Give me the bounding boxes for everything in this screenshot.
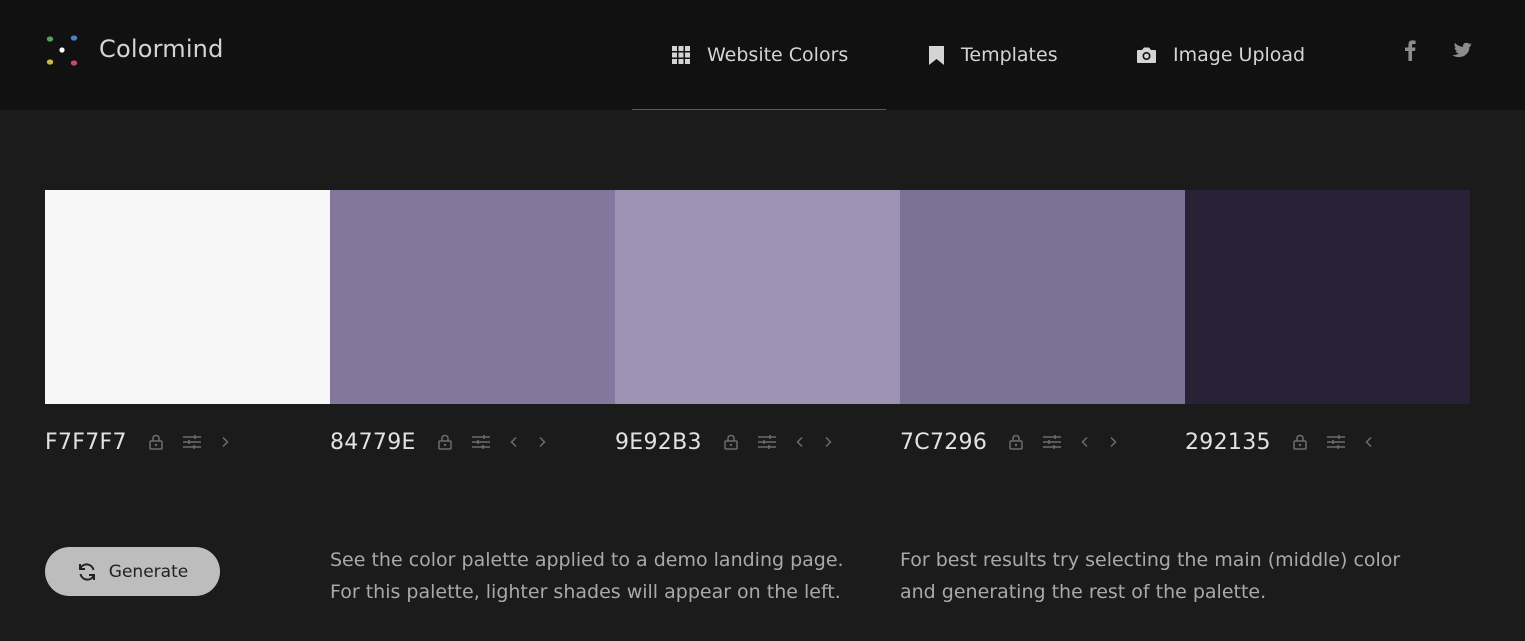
tip-description-line2: and generating the rest of the palette.	[900, 581, 1267, 603]
move-left-icon[interactable]	[796, 436, 804, 448]
demo-description-line1[interactable]: See the color palette applied to a demo …	[330, 544, 844, 576]
move-left-icon[interactable]	[1081, 436, 1089, 448]
adjust-sliders-icon[interactable]	[757, 435, 776, 449]
generate-label: Generate	[108, 561, 189, 582]
twitter-icon[interactable]	[1450, 38, 1474, 62]
facebook-icon[interactable]	[1398, 38, 1422, 62]
hex-code[interactable]: 292135	[1185, 430, 1271, 455]
adjust-sliders-icon[interactable]	[1043, 435, 1062, 449]
nav-image-upload[interactable]: Image Upload	[1136, 0, 1305, 110]
nav-templates[interactable]: Templates	[928, 0, 1058, 110]
bookmark-icon	[929, 45, 944, 65]
swatch-controls-3: 9E92B3	[615, 428, 832, 456]
brand-name[interactable]: Colormind	[99, 35, 224, 63]
grid-icon	[672, 46, 690, 64]
hex-code[interactable]: 9E92B3	[615, 430, 702, 455]
swatch-controls-5: 292135	[1185, 428, 1373, 456]
adjust-sliders-icon[interactable]	[182, 435, 201, 449]
move-right-icon[interactable]	[538, 436, 546, 448]
hex-code[interactable]: F7F7F7	[45, 430, 127, 455]
lock-icon[interactable]	[1009, 434, 1023, 450]
demo-description: See the color palette applied to a demo …	[330, 544, 844, 608]
tip-description: For best results try selecting the main …	[900, 544, 1400, 608]
swatch-controls-2: 84779E	[330, 428, 546, 456]
color-swatch-3[interactable]	[615, 190, 900, 404]
nav-templates-label: Templates	[961, 44, 1058, 66]
color-swatch-1[interactable]	[45, 190, 330, 404]
top-navbar: Colormind Website Colors Templates Image…	[0, 0, 1525, 110]
colormind-logo-icon[interactable]	[44, 32, 80, 68]
lock-icon[interactable]	[1293, 434, 1307, 450]
adjust-sliders-icon[interactable]	[1326, 435, 1345, 449]
lock-icon[interactable]	[437, 434, 452, 450]
palette-swatches	[45, 190, 1470, 404]
camera-icon	[1137, 47, 1156, 63]
hex-code[interactable]: 84779E	[330, 430, 416, 455]
hex-code[interactable]: 7C7296	[900, 430, 987, 455]
nav-website-colors-label: Website Colors	[707, 44, 849, 66]
swatch-controls-1: F7F7F7	[45, 428, 229, 456]
move-left-icon[interactable]	[510, 436, 518, 448]
swatch-controls-4: 7C7296	[900, 428, 1117, 456]
move-right-icon[interactable]	[1109, 436, 1117, 448]
tip-description-line1: For best results try selecting the main …	[900, 549, 1401, 571]
move-left-icon[interactable]	[1365, 436, 1373, 448]
move-right-icon[interactable]	[824, 436, 832, 448]
lock-icon[interactable]	[149, 434, 163, 450]
nav-website-colors[interactable]: Website Colors	[671, 0, 848, 110]
refresh-icon	[78, 562, 95, 581]
adjust-sliders-icon[interactable]	[471, 435, 490, 449]
demo-description-line2: For this palette, lighter shades will ap…	[330, 581, 841, 603]
lock-icon[interactable]	[724, 434, 738, 450]
active-tab-indicator	[632, 109, 886, 110]
move-right-icon[interactable]	[221, 436, 229, 448]
generate-button[interactable]: Generate	[45, 547, 220, 596]
color-swatch-5[interactable]	[1185, 190, 1470, 404]
color-swatch-4[interactable]	[900, 190, 1185, 404]
nav-image-upload-label: Image Upload	[1173, 44, 1306, 66]
color-swatch-2[interactable]	[330, 190, 615, 404]
